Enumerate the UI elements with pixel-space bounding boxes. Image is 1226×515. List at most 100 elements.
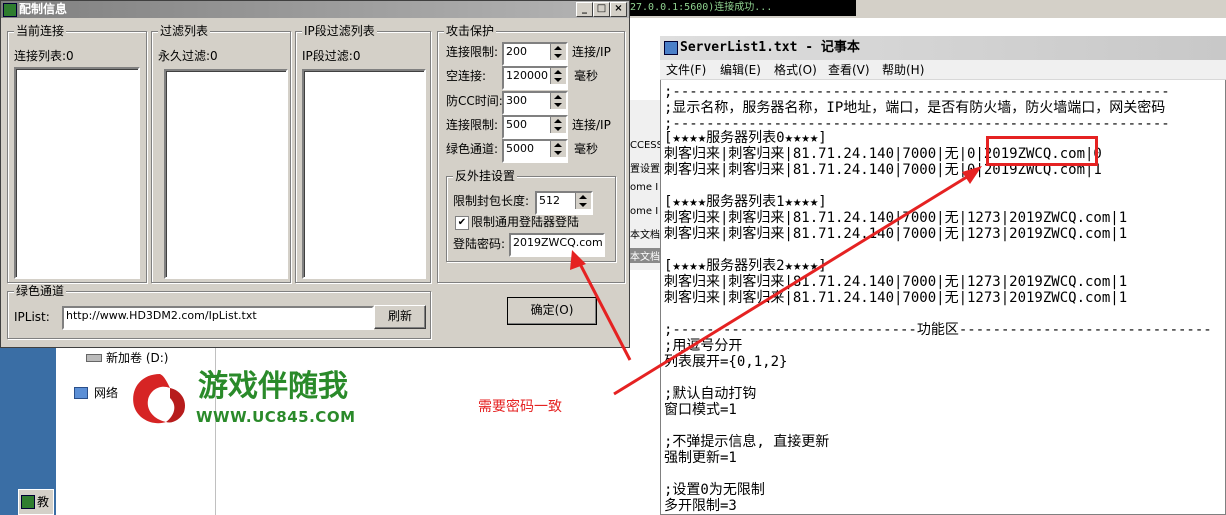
iplist-label: IPList: xyxy=(14,310,50,324)
menu-edit[interactable]: 编辑(E) xyxy=(720,62,761,78)
spinner-buttons[interactable] xyxy=(550,68,566,84)
explorer-item-label: 新加卷 (D:) xyxy=(106,351,169,365)
close-button[interactable]: × xyxy=(610,2,627,17)
spinner-value: 512 xyxy=(539,194,560,207)
text-line: 列表展开={0,1,2} xyxy=(664,354,788,370)
idle-connection-spinner[interactable]: 120000 xyxy=(502,66,568,90)
connection-list[interactable] xyxy=(14,67,140,279)
text-line: ;用逗号分开 xyxy=(664,338,743,354)
login-password-label: 登陆密码: xyxy=(453,237,506,251)
filter-count: 永久过滤:0 xyxy=(158,49,218,63)
spinner-value: 300 xyxy=(506,94,527,107)
text-line: 刺客归来|刺客归来|81.71.24.140|7000|无|1273|2019Z… xyxy=(664,210,1128,226)
connection-limit-spinner[interactable]: 200 xyxy=(502,42,568,66)
idle-connection-unit: 毫秒 xyxy=(574,69,599,83)
drive-icon xyxy=(86,354,102,362)
ok-button[interactable]: 确定(O) xyxy=(507,297,597,325)
packet-length-label: 限制封包长度: xyxy=(453,194,530,208)
spin-up-icon xyxy=(554,95,562,99)
spin-down-icon xyxy=(554,151,562,155)
notepad-titlebar: ServerList1.txt - 记事本 xyxy=(660,36,1226,60)
spin-up-icon xyxy=(554,143,562,147)
watermark-url: WWW.UC845.COM xyxy=(196,408,356,426)
maximize-button[interactable]: □ xyxy=(593,2,610,17)
group-title: 绿色通道 xyxy=(14,284,67,298)
group-ip-filter-list: IP段过滤列表 IP段过滤:0 xyxy=(295,24,431,283)
spin-down-icon xyxy=(554,103,562,107)
dragon-logo-icon xyxy=(133,374,186,424)
mid-window-text: 置设置 xyxy=(630,164,660,175)
taskbar-item[interactable]: 教 xyxy=(18,489,54,515)
spinner-buttons[interactable] xyxy=(550,93,566,109)
spinner-buttons[interactable] xyxy=(550,44,566,60)
network-icon xyxy=(74,387,88,399)
ip-filter-list[interactable] xyxy=(302,69,426,279)
notepad-menubar: 文件(F) 编辑(E) 格式(O) 查看(V) 帮助(H) xyxy=(660,60,1226,80)
spin-up-icon xyxy=(554,46,562,50)
text-line: ;设置0为无限制 xyxy=(664,482,765,498)
text-line: [★★★★服务器列表2★★★★] xyxy=(664,258,827,274)
login-password-input[interactable]: 2019ZWCQ.com xyxy=(509,233,605,257)
group-attack-protection: 攻击保护 连接限制: 200 连接/IP 空连接: 120000 毫秒 防CC时… xyxy=(437,24,625,283)
config-dialog: 配制信息 _ □ × 当前连接 连接列表:0 过滤列表 永久过滤:0 IP段过滤… xyxy=(0,0,630,348)
group-title: 攻击保护 xyxy=(444,24,497,38)
green-channel-unit: 毫秒 xyxy=(574,142,599,156)
watermark-title: 游戏伴随我 xyxy=(198,369,348,404)
spinner-value: 500 xyxy=(506,118,527,131)
menu-file[interactable]: 文件(F) xyxy=(666,62,706,78)
green-channel-label: 绿色通道: xyxy=(446,142,499,156)
text-line: ;-----------------------------功能区-------… xyxy=(664,322,1212,338)
group-title: 反外挂设置 xyxy=(453,169,518,183)
connection-limit-unit: 连接/IP xyxy=(572,45,611,59)
dialog-title: 配制信息 xyxy=(19,2,68,16)
app-icon xyxy=(3,3,17,17)
menu-format[interactable]: 格式(O) xyxy=(774,62,817,78)
spinner-value: 120000 xyxy=(506,69,548,82)
group-title: IP段过滤列表 xyxy=(302,24,377,38)
mid-window-text: 本文档 xyxy=(630,248,660,263)
text-line: 刺客归来|刺客归来|81.71.24.140|7000|无|1273|2019Z… xyxy=(664,290,1128,306)
text-line: 刺客归来|刺客归来|81.71.24.140|7000|无|1273|2019Z… xyxy=(664,226,1128,242)
spin-down-icon xyxy=(554,127,562,131)
spinner-value: 200 xyxy=(506,45,527,58)
text-line: ;不弹提示信息, 直接更新 xyxy=(664,434,830,450)
spinner-buttons[interactable] xyxy=(550,117,566,133)
connection-limit-2-spinner[interactable]: 500 xyxy=(502,115,568,139)
notepad-icon xyxy=(664,41,678,55)
packet-length-spinner[interactable]: 512 xyxy=(535,191,593,215)
text-line: 多开限制=3 xyxy=(664,498,737,514)
mid-window-text: ome I xyxy=(630,206,659,217)
notepad-text-area[interactable]: ;---------------------------------------… xyxy=(662,82,1226,515)
spinner-buttons[interactable] xyxy=(575,193,591,209)
text-line: [★★★★服务器列表0★★★★] xyxy=(664,130,827,146)
spinner-buttons[interactable] xyxy=(550,141,566,157)
spin-up-icon xyxy=(579,195,587,199)
menu-view[interactable]: 查看(V) xyxy=(828,62,870,78)
annotation-note: 需要密码一致 xyxy=(478,399,562,415)
notepad-title: ServerList1.txt - 记事本 xyxy=(680,40,860,55)
restrict-login-checkbox[interactable]: ✔ xyxy=(455,216,469,230)
app-icon xyxy=(21,495,35,509)
spin-down-icon xyxy=(554,78,562,82)
group-anti-cheat: 反外挂设置 限制封包长度: 512 ✔ 限制通用登陆器登陆 登陆密码: 2019… xyxy=(446,169,616,262)
restrict-login-label: 限制通用登陆器登陆 xyxy=(471,215,580,229)
text-line: 刺客归来|刺客归来|81.71.24.140|7000|无|1273|2019Z… xyxy=(664,274,1128,290)
group-title: 过滤列表 xyxy=(158,24,211,38)
ip-filter-count: IP段过滤:0 xyxy=(302,49,361,63)
minimize-button[interactable]: _ xyxy=(576,2,593,17)
iplist-url-input[interactable]: http://www.HD3DM2.com/IpList.txt xyxy=(62,306,374,330)
text-line: ;默认自动打钩 xyxy=(664,386,757,402)
spin-up-icon xyxy=(554,70,562,74)
refresh-button[interactable]: 刷新 xyxy=(374,305,426,329)
green-channel-spinner[interactable]: 5000 xyxy=(502,139,568,163)
text-line: [★★★★服务器列表1★★★★] xyxy=(664,194,827,210)
connection-limit-label: 连接限制: xyxy=(446,45,499,59)
group-current-connections: 当前连接 连接列表:0 xyxy=(7,24,147,283)
menu-help[interactable]: 帮助(H) xyxy=(882,62,924,78)
mid-window-text: 本文档 xyxy=(630,230,660,241)
anti-cc-spinner[interactable]: 300 xyxy=(502,91,568,115)
filter-list[interactable] xyxy=(164,69,288,279)
idle-connection-label: 空连接: xyxy=(446,69,487,83)
connection-count: 连接列表:0 xyxy=(14,49,74,63)
spin-up-icon xyxy=(554,119,562,123)
